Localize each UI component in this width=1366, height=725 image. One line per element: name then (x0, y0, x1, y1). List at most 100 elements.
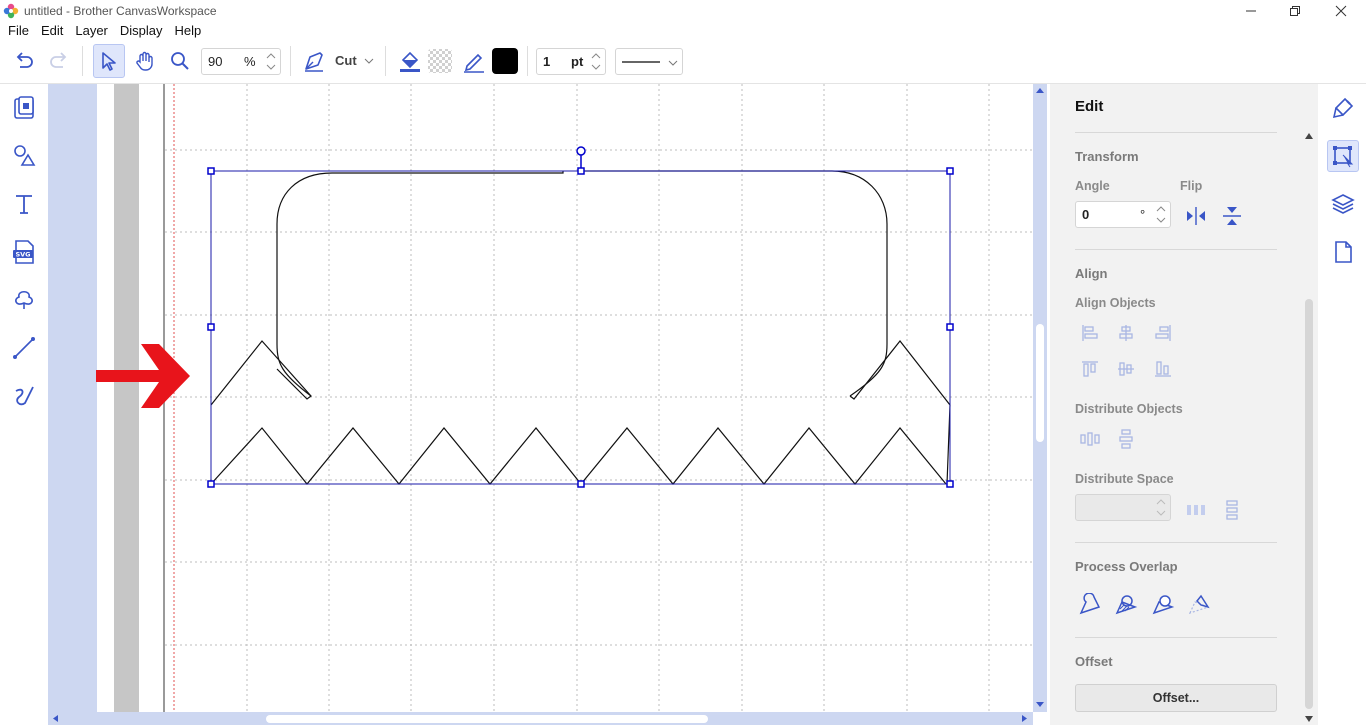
canvas-vertical-scrollbar[interactable] (1033, 84, 1047, 712)
panel-scrollbar[interactable] (1302, 84, 1316, 725)
line-segment-icon (13, 337, 35, 359)
distribute-horizontal-button[interactable] (1077, 426, 1103, 452)
line-tool-button[interactable] (8, 332, 40, 364)
align-bottom-button[interactable] (1150, 356, 1176, 382)
transform-heading: Transform (1075, 149, 1139, 164)
zoom-tool-button[interactable] (164, 44, 196, 78)
distribute-space-input[interactable] (1075, 494, 1171, 521)
group-overlap-icon (1115, 595, 1138, 615)
fill-color-button[interactable] (394, 44, 426, 78)
angle-input[interactable]: 0 ° (1075, 201, 1171, 228)
menu-help[interactable]: Help (169, 22, 208, 40)
line-color-button[interactable] (458, 44, 490, 78)
hand-tool-button[interactable] (129, 44, 161, 78)
flip-horizontal-button[interactable] (1183, 203, 1209, 229)
distribute-space-vertical-button[interactable] (1219, 497, 1245, 523)
line-width-unit: pt (571, 54, 584, 69)
minimize-button[interactable] (1228, 0, 1274, 22)
align-center-button[interactable] (1113, 320, 1139, 346)
resize-handle[interactable] (207, 323, 215, 331)
menu-edit[interactable]: Edit (35, 22, 69, 40)
minimize-icon (1246, 10, 1256, 12)
weld-button[interactable] (1077, 592, 1103, 618)
group-overlap-button[interactable] (1113, 592, 1139, 618)
redo-icon (50, 52, 67, 68)
layers-icon (1331, 194, 1355, 214)
layers-tab[interactable] (1327, 188, 1359, 220)
trace-button[interactable] (8, 284, 40, 316)
window-title: untitled - Brother CanvasWorkspace (24, 4, 217, 18)
text-tool-button[interactable] (8, 188, 40, 220)
zoom-input[interactable]: 90 % (201, 48, 281, 75)
menu-file[interactable]: File (2, 22, 35, 40)
canvas-area[interactable] (48, 84, 1035, 712)
page-tab[interactable] (1327, 236, 1359, 268)
align-objects-label: Align Objects (1075, 296, 1156, 310)
intersect-icon (1188, 594, 1210, 615)
pen-nib-icon (305, 52, 323, 72)
shapes-button[interactable] (8, 140, 40, 172)
subtract-button[interactable] (1150, 592, 1176, 618)
line-color-swatch[interactable] (489, 44, 521, 78)
resize-handle[interactable] (946, 480, 954, 488)
align-right-button[interactable] (1150, 320, 1176, 346)
menu-display[interactable]: Display (114, 22, 169, 40)
resize-handle[interactable] (946, 167, 954, 175)
align-center-icon (1119, 325, 1133, 341)
line-style-dropdown[interactable] (615, 48, 683, 75)
selection-box[interactable] (207, 146, 954, 488)
zoom-value: 90 (208, 54, 223, 69)
divider (1075, 249, 1277, 250)
rotate-handle[interactable] (576, 146, 586, 156)
attributes-tab[interactable] (1327, 92, 1359, 124)
space-horizontal-icon (1187, 505, 1205, 515)
freehand-tool-button[interactable] (8, 380, 40, 412)
cut-pen-icon-button[interactable] (298, 44, 330, 78)
divider (1075, 132, 1277, 133)
distribute-vertical-button[interactable] (1113, 426, 1139, 452)
weld-icon (1079, 593, 1101, 615)
canvasworkspace-window: untitled - Brother CanvasWorkspace File … (0, 0, 1366, 725)
resize-handle[interactable] (946, 323, 954, 331)
distribute-vertical-icon (1119, 429, 1133, 449)
resize-handle[interactable] (207, 480, 215, 488)
offset-button[interactable]: Offset... (1075, 684, 1277, 712)
align-left-button[interactable] (1077, 320, 1103, 346)
transform-select-icon (1333, 146, 1354, 168)
undo-button[interactable] (8, 44, 40, 78)
align-top-button[interactable] (1077, 356, 1103, 382)
zoom-spinner-icon[interactable] (264, 50, 278, 73)
close-button[interactable] (1318, 0, 1364, 22)
resize-handle[interactable] (577, 480, 585, 488)
mode-label: Cut (335, 53, 357, 68)
resize-handle[interactable] (577, 167, 585, 175)
restore-icon (1290, 6, 1300, 16)
pattern-library-button[interactable] (8, 92, 40, 124)
align-middle-button[interactable] (1113, 356, 1139, 382)
svg-import-button[interactable]: SVG (8, 236, 40, 268)
canvas-horizontal-scrollbar[interactable] (48, 712, 1033, 725)
restore-button[interactable] (1272, 0, 1318, 22)
pattern-book-icon (14, 96, 34, 119)
edit-tab[interactable] (1327, 140, 1359, 172)
transparent-swatch-icon (428, 49, 452, 73)
redo-button[interactable] (43, 44, 75, 78)
distribute-space-spinner-icon[interactable] (1154, 496, 1168, 519)
line-width-spinner-icon[interactable] (589, 50, 603, 73)
fill-none-swatch[interactable] (424, 44, 456, 78)
menu-layer[interactable]: Layer (69, 22, 114, 40)
design-canvas (114, 84, 1035, 712)
process-overlap-heading: Process Overlap (1075, 559, 1178, 574)
select-tool-button[interactable] (93, 44, 125, 78)
resize-handle[interactable] (207, 167, 215, 175)
mode-dropdown[interactable]: Cut (330, 48, 380, 75)
distribute-space-horizontal-button[interactable] (1183, 497, 1209, 523)
intersect-button[interactable] (1186, 592, 1212, 618)
magnifier-icon (171, 52, 189, 70)
flip-vertical-button[interactable] (1219, 203, 1245, 229)
paint-bucket-icon (400, 51, 420, 72)
edit-panel: Edit Transform Angle Flip 0 ° Align Alig… (1050, 84, 1318, 725)
tiara-cut-shape[interactable] (210, 170, 951, 485)
angle-spinner-icon[interactable] (1154, 203, 1168, 226)
line-width-input[interactable]: 1 pt (536, 48, 606, 75)
